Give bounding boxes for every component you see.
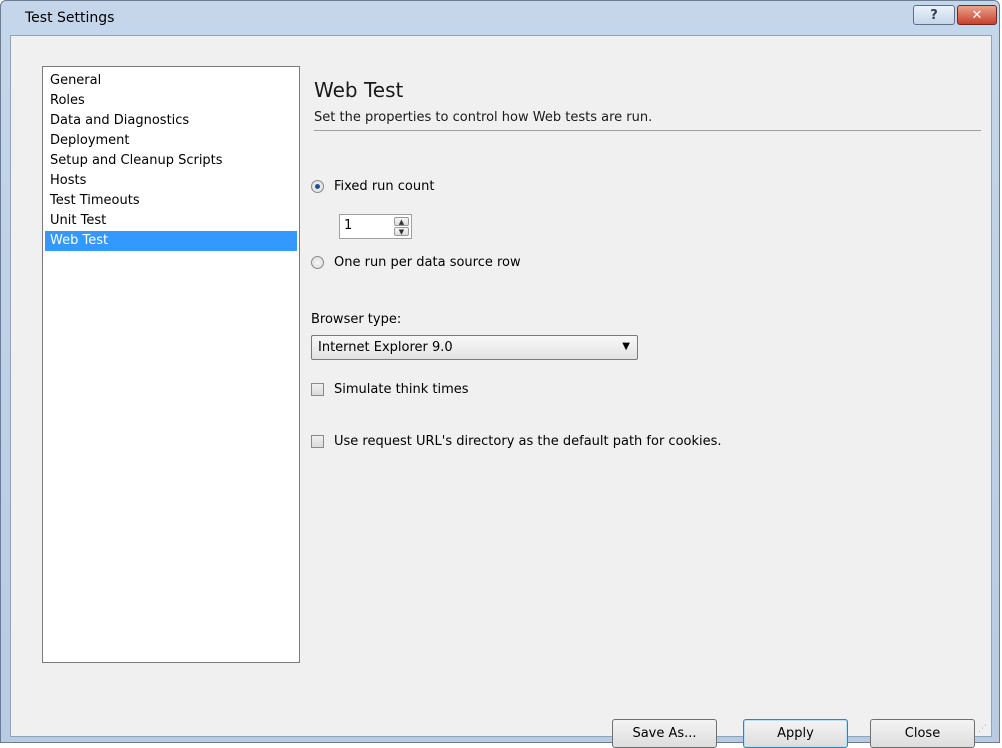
- run-count-stepper[interactable]: 1 ▲ ▼: [339, 214, 412, 239]
- cookie-path-label: Use request URL's directory as the defau…: [334, 434, 722, 449]
- web-test-panel: Web Test Set the properties to control h…: [311, 36, 991, 736]
- spin-up-button[interactable]: ▲: [394, 217, 409, 226]
- spin-down-button[interactable]: ▼: [394, 227, 409, 236]
- run-count-value[interactable]: 1: [344, 218, 352, 233]
- one-run-per-row-radio[interactable]: [311, 256, 324, 269]
- panel-description: Set the properties to control how Web te…: [314, 110, 653, 125]
- save-as-button[interactable]: Save As...: [612, 719, 717, 748]
- resize-grip[interactable]: ⋰: [978, 725, 987, 734]
- simulate-think-times-checkbox[interactable]: [311, 383, 324, 396]
- down-arrow-icon: ▼: [398, 228, 405, 236]
- list-item-test-timeouts[interactable]: Test Timeouts: [45, 191, 297, 211]
- simulate-think-times-label: Simulate think times: [334, 382, 469, 397]
- list-item-roles[interactable]: Roles: [45, 91, 297, 111]
- list-item-hosts[interactable]: Hosts: [45, 171, 297, 191]
- help-icon: ?: [930, 7, 938, 23]
- window-title: Test Settings: [25, 10, 115, 26]
- close-label: Close: [904, 726, 941, 741]
- simulate-think-times-option[interactable]: Simulate think times: [311, 382, 469, 397]
- up-arrow-icon: ▲: [398, 218, 405, 226]
- fixed-run-count-option[interactable]: Fixed run count: [311, 179, 434, 194]
- fixed-run-count-label: Fixed run count: [334, 179, 435, 194]
- list-item-setup-and-cleanup-scripts[interactable]: Setup and Cleanup Scripts: [45, 151, 297, 171]
- test-settings-dialog: Test Settings ? ✕ General Roles Data and…: [0, 0, 1000, 748]
- cookie-path-checkbox[interactable]: [311, 435, 324, 448]
- one-run-per-row-option[interactable]: One run per data source row: [311, 255, 521, 270]
- section-divider: [314, 130, 981, 131]
- panel-title: Web Test: [314, 78, 404, 102]
- close-window-button[interactable]: ✕: [957, 5, 997, 25]
- list-item-unit-test[interactable]: Unit Test: [45, 211, 297, 231]
- one-run-per-row-label: One run per data source row: [334, 255, 521, 270]
- apply-label: Apply: [777, 726, 814, 741]
- list-item-data-and-diagnostics[interactable]: Data and Diagnostics: [45, 111, 297, 131]
- fixed-run-count-radio[interactable]: [311, 180, 324, 193]
- close-icon: ✕: [971, 7, 983, 23]
- list-item-web-test[interactable]: Web Test: [45, 231, 297, 251]
- title-bar[interactable]: Test Settings ? ✕: [1, 1, 999, 35]
- save-as-label: Save As...: [632, 726, 697, 741]
- list-item-deployment[interactable]: Deployment: [45, 131, 297, 151]
- apply-button[interactable]: Apply: [743, 719, 848, 748]
- cookie-path-option[interactable]: Use request URL's directory as the defau…: [311, 434, 722, 449]
- category-list[interactable]: General Roles Data and Diagnostics Deplo…: [42, 66, 300, 663]
- chevron-down-icon: ▼: [622, 341, 630, 352]
- list-item-general[interactable]: General: [45, 71, 297, 91]
- browser-type-value: Internet Explorer 9.0: [318, 340, 453, 355]
- browser-type-select[interactable]: Internet Explorer 9.0 ▼: [311, 335, 638, 360]
- close-button[interactable]: Close: [870, 719, 975, 748]
- dialog-client-area: General Roles Data and Diagnostics Deplo…: [10, 35, 992, 748]
- help-button[interactable]: ?: [913, 5, 955, 25]
- browser-type-label: Browser type:: [311, 312, 402, 327]
